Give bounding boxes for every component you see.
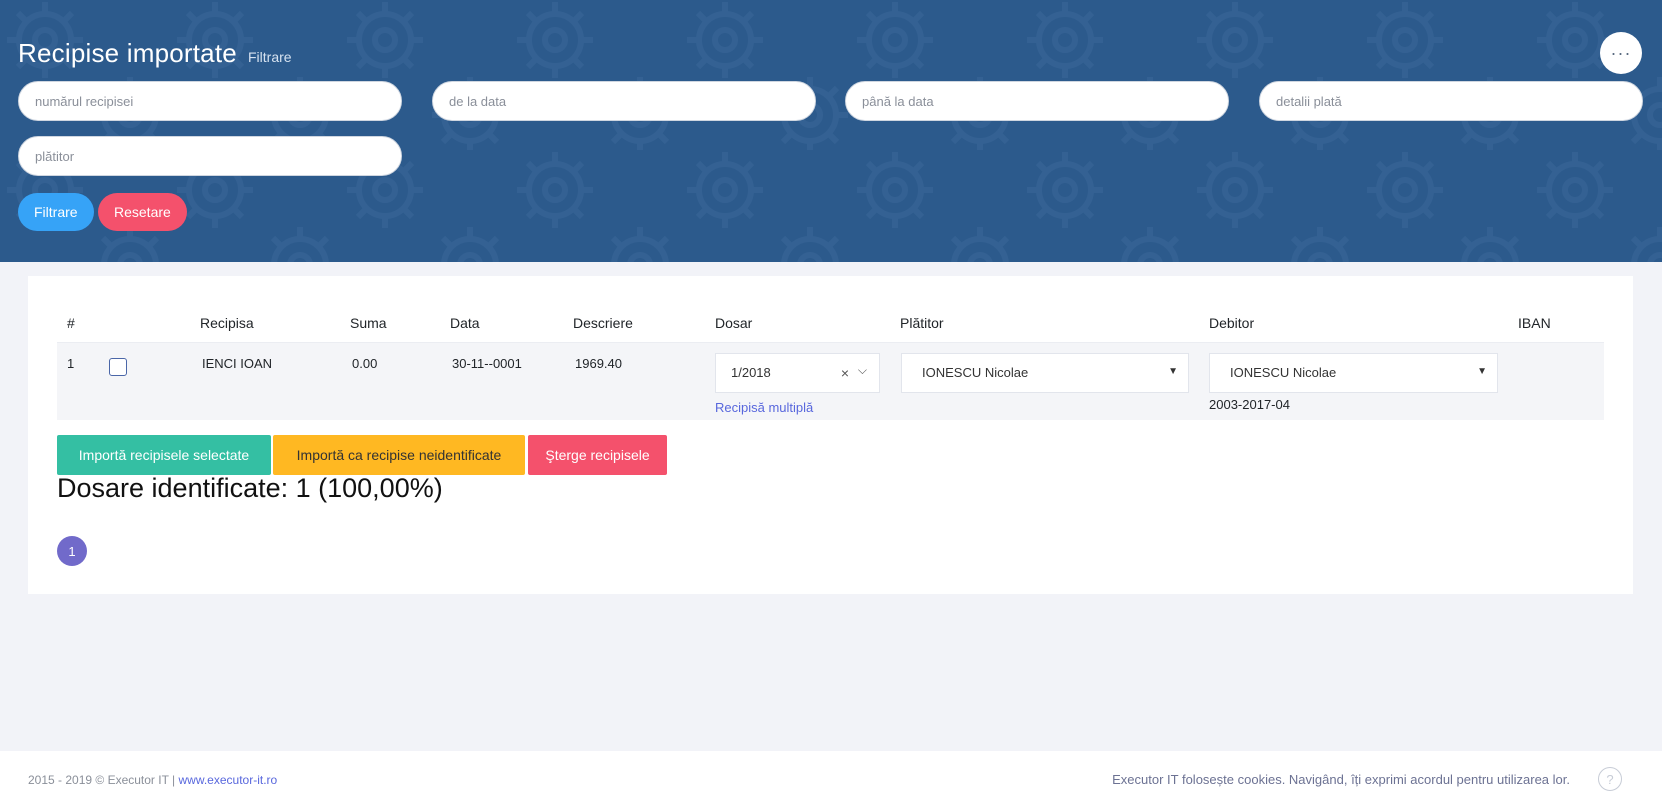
more-icon: ··· — [1610, 42, 1632, 63]
cell-data: 30-11--0001 — [450, 342, 573, 420]
cell-suma: 0.00 — [350, 342, 450, 420]
receipt-number-input[interactable] — [18, 81, 402, 121]
table-row: 1 IENCI IOAN 0.00 30-11--0001 1969.40 1/… — [57, 342, 1604, 420]
debitor-selected-value: IONESCU Nicolae — [1230, 365, 1337, 380]
column-header-platitor: Plătitor — [900, 304, 1209, 343]
reset-button[interactable]: Resetare — [98, 193, 187, 231]
column-header-dosar: Dosar — [715, 304, 900, 343]
cookie-notice: Executor IT folosește cookies. Navigând,… — [1112, 772, 1570, 787]
from-date-input[interactable] — [432, 81, 816, 121]
import-selected-button[interactable]: Importă recipisele selectate — [57, 435, 271, 475]
column-header-index: # — [57, 304, 109, 343]
chevron-down-icon: ⌵ — [857, 362, 867, 377]
receipts-table: # Recipisa Suma Data Descriere Dosar Plă… — [57, 304, 1604, 420]
cell-iban — [1518, 342, 1604, 420]
cell-descriere: 1969.40 — [573, 342, 715, 420]
identified-summary: Dosare identificate: 1 (100,00%) — [57, 473, 443, 503]
page-subtitle: Filtrare — [248, 49, 292, 65]
website-link[interactable]: www.executor-it.ro — [179, 773, 278, 787]
dosar-selected-value: 1/2018 — [731, 365, 771, 380]
pagination-page-1[interactable]: 1 — [57, 536, 87, 566]
column-header-descriere: Descriere — [573, 304, 715, 343]
clear-icon[interactable]: × — [841, 365, 849, 381]
more-options-button[interactable]: ··· — [1600, 32, 1642, 74]
column-header-data: Data — [450, 304, 573, 343]
page-title: Recipise importate — [18, 38, 237, 68]
table-header-row: # Recipisa Suma Data Descriere Dosar Plă… — [57, 304, 1604, 343]
receipts-card: # Recipisa Suma Data Descriere Dosar Plă… — [28, 276, 1633, 594]
gear-pattern — [0, 0, 1662, 262]
platitor-select[interactable]: IONESCU Nicolae ▼ — [901, 352, 1189, 393]
debitor-code: 2003-2017-04 — [1209, 396, 1290, 412]
delete-receipts-button[interactable]: Şterge recipisele — [528, 435, 667, 475]
column-header-debitor: Debitor — [1209, 304, 1518, 343]
copyright-text: 2015 - 2019 © Executor IT | — [28, 773, 179, 787]
footer: 2015 - 2019 © Executor IT | www.executor… — [0, 751, 1662, 805]
caret-down-icon: ▼ — [1168, 365, 1178, 377]
cell-index: 1 — [57, 342, 109, 420]
debitor-select[interactable]: IONESCU Nicolae ▼ — [1209, 352, 1498, 393]
cell-recipisa: IENCI IOAN — [200, 342, 350, 420]
row-select-checkbox[interactable] — [109, 357, 127, 376]
caret-down-icon: ▼ — [1477, 365, 1487, 377]
dosar-select[interactable]: 1/2018 × ⌵ — [715, 352, 880, 393]
help-icon[interactable]: ? — [1598, 767, 1622, 791]
column-header-select — [109, 304, 200, 343]
header-banner: Recipise importate Filtrare ··· Filtrare… — [0, 0, 1662, 262]
multiple-receipt-link[interactable]: Recipisă multiplă — [715, 400, 880, 415]
column-header-iban: IBAN — [1518, 304, 1604, 343]
payment-details-input[interactable] — [1259, 81, 1643, 121]
column-header-suma: Suma — [350, 304, 450, 343]
column-header-recipisa: Recipisa — [200, 304, 350, 343]
platitor-selected-value: IONESCU Nicolae — [922, 365, 1029, 380]
payer-input[interactable] — [18, 136, 402, 176]
import-unidentified-button[interactable]: Importă ca recipise neidentificate — [273, 435, 525, 475]
copyright: 2015 - 2019 © Executor IT | www.executor… — [28, 773, 277, 787]
to-date-input[interactable] — [845, 81, 1229, 121]
filter-button[interactable]: Filtrare — [18, 193, 94, 231]
